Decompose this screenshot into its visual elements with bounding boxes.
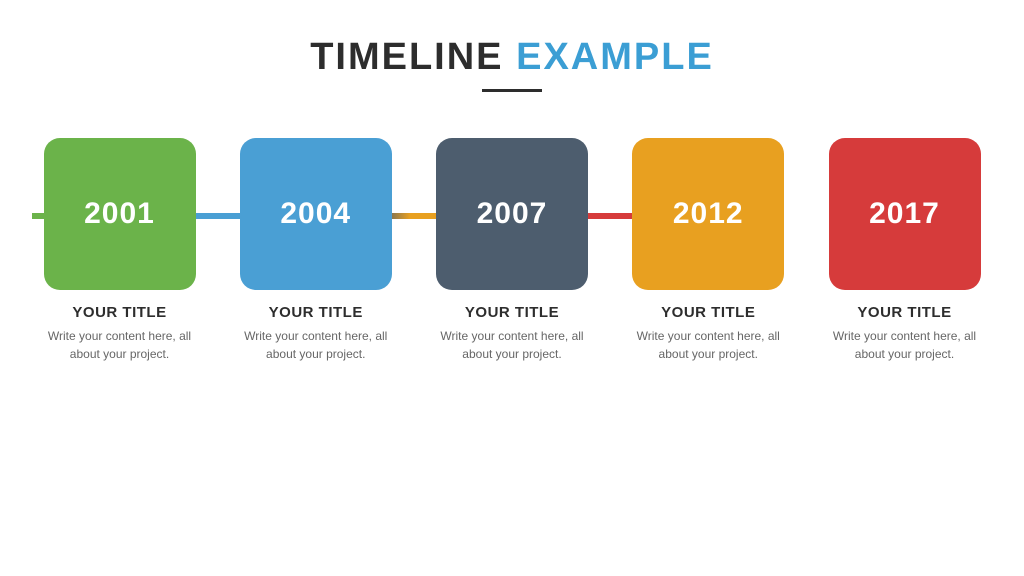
item-desc-1: Write your content here, all about your …: [32, 327, 207, 363]
item-desc-3: Write your content here, all about your …: [425, 327, 600, 363]
item-desc-4: Write your content here, all about your …: [621, 327, 796, 363]
timeline-item-1: 2001 YOUR TITLE Write your content here,…: [32, 138, 207, 363]
year-4: 2012: [673, 197, 744, 231]
page-title: TIMELINE EXAMPLE: [310, 36, 714, 79]
title-part2: EXAMPLE: [516, 36, 714, 78]
item-title-1: YOUR TITLE: [72, 304, 166, 321]
timeline-container: 2001 YOUR TITLE Write your content here,…: [32, 138, 992, 363]
timeline-box-3: 2007: [436, 138, 588, 290]
year-2: 2004: [280, 197, 351, 231]
item-title-2: YOUR TITLE: [269, 304, 363, 321]
timeline-box-4: 2012: [632, 138, 784, 290]
item-title-5: YOUR TITLE: [857, 304, 951, 321]
item-desc-5: Write your content here, all about your …: [817, 327, 992, 363]
year-1: 2001: [84, 197, 155, 231]
item-desc-2: Write your content here, all about your …: [228, 327, 403, 363]
title-divider: [482, 89, 542, 92]
timeline-item-2: 2004 YOUR TITLE Write your content here,…: [228, 138, 403, 363]
timeline-item-4: 2012 YOUR TITLE Write your content here,…: [621, 138, 796, 363]
title-part1: TIMELINE: [310, 36, 503, 78]
year-3: 2007: [477, 197, 548, 231]
item-title-4: YOUR TITLE: [661, 304, 755, 321]
page-header: TIMELINE EXAMPLE: [310, 36, 714, 92]
timeline-box-1: 2001: [44, 138, 196, 290]
year-5: 2017: [869, 197, 940, 231]
timeline-box-5: 2017: [829, 138, 981, 290]
timeline-item-5: 2017 YOUR TITLE Write your content here,…: [817, 138, 992, 363]
item-title-3: YOUR TITLE: [465, 304, 559, 321]
timeline-items-row: 2001 YOUR TITLE Write your content here,…: [32, 138, 992, 363]
timeline-item-3: 2007 YOUR TITLE Write your content here,…: [425, 138, 600, 363]
timeline-box-2: 2004: [240, 138, 392, 290]
